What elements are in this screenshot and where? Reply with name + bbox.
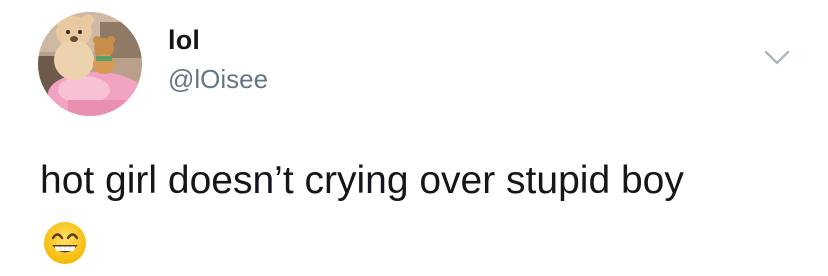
author-display-name[interactable]: lol: [168, 23, 200, 57]
teddy-bear-avatar-icon: [38, 12, 142, 116]
tweet-text: hot girl doesn’t crying over stupid boy: [40, 159, 684, 202]
grinning-face-emoji-icon: [42, 220, 88, 266]
user-avatar[interactable]: [38, 12, 142, 116]
chevron-down-icon: [764, 50, 790, 65]
tweet-card: lol @lOisee hot girl doesn’t crying over…: [0, 0, 828, 276]
author-handle[interactable]: @lOisee: [168, 62, 268, 96]
tweet-menu-button[interactable]: [764, 50, 790, 66]
